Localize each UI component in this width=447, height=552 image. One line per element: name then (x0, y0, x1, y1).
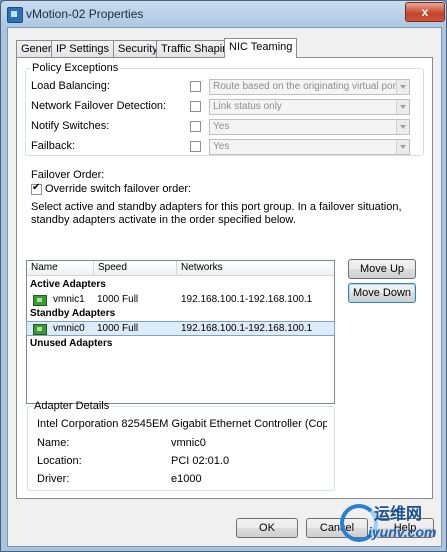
detail-location-value: PCI 02:01.0 (171, 455, 230, 467)
adapter-list-header: Name Speed Networks (27, 261, 334, 276)
site-watermark: 运维网 iyunv.com (338, 498, 444, 550)
failback-label: Failback: (31, 140, 76, 152)
failover-detection-label: Network Failover Detection: (31, 100, 167, 112)
watermark-cn: 运维网 (374, 504, 423, 523)
detail-driver-value: e1000 (171, 473, 202, 485)
app-icon (7, 7, 23, 23)
column-header-name[interactable]: Name (27, 261, 94, 275)
notify-switches-select[interactable]: Yes (209, 119, 410, 135)
ok-button[interactable]: OK (236, 518, 298, 538)
override-failover-checkbox[interactable] (31, 182, 42, 195)
load-balancing-select[interactable]: Route based on the originating virtual p… (209, 79, 410, 95)
tab-ip-settings[interactable]: IP Settings (51, 40, 114, 57)
failback-value: Yes (213, 141, 230, 152)
failover-detection-checkbox[interactable] (190, 101, 201, 112)
failover-description: Select active and standby adapters for t… (31, 201, 402, 226)
column-header-networks[interactable]: Networks (177, 261, 335, 275)
adapter-list[interactable]: Name Speed Networks Active Adapters vmni… (26, 260, 335, 404)
watermark-en: iyunv.com (368, 524, 437, 540)
failover-detection-select[interactable]: Link status only (209, 99, 410, 115)
move-up-button[interactable]: Move Up (348, 259, 416, 279)
load-balancing-value: Route based on the originating virtual p… (213, 81, 410, 92)
adapter-networks: 192.168.100.1-192.168.100.1 (181, 323, 313, 334)
adapter-row-vmnic1[interactable]: vmnic1 1000 Full 192.168.100.1-192.168.1… (27, 293, 334, 306)
policy-exceptions-legend: Policy Exceptions (32, 62, 119, 74)
chevron-down-icon (396, 140, 409, 154)
adapter-name: vmnic1 (53, 294, 85, 305)
failback-checkbox[interactable] (190, 141, 201, 152)
dialog-client: General IP Settings Security Traffic Sha… (7, 27, 442, 547)
notify-switches-checkbox[interactable] (190, 121, 201, 132)
adapter-speed: 1000 Full (97, 294, 139, 305)
adapter-controller: Intel Corporation 82545EM Gigabit Ethern… (37, 418, 327, 430)
title-bar[interactable]: vMotion-02 Properties x (1, 1, 446, 27)
notify-switches-label: Notify Switches: (31, 120, 110, 132)
nic-icon (33, 324, 47, 335)
failback-select[interactable]: Yes (209, 139, 410, 155)
override-failover-label: Override switch failover order: (45, 183, 192, 195)
tab-nic-teaming[interactable]: NIC Teaming (224, 38, 298, 58)
load-balancing-checkbox[interactable] (190, 81, 201, 92)
chevron-down-icon (396, 100, 409, 114)
active-adapters-group: Active Adapters (30, 279, 106, 290)
failover-order-title: Failover Order: (31, 169, 105, 181)
standby-adapters-group: Standby Adapters (30, 308, 116, 319)
notify-switches-value: Yes (213, 121, 230, 132)
nic-teaming-panel: Policy Exceptions Load Balancing: Route … (16, 57, 433, 499)
failover-detection-value: Link status only (213, 101, 282, 112)
properties-window: vMotion-02 Properties x General IP Setti… (0, 0, 447, 552)
detail-driver-label: Driver: (37, 473, 70, 485)
move-down-button[interactable]: Move Down (348, 283, 416, 303)
adapter-row-vmnic0[interactable]: vmnic0 1000 Full 192.168.100.1-192.168.1… (26, 321, 335, 336)
window-title: vMotion-02 Properties (26, 7, 144, 21)
detail-location-label: Location: (37, 455, 82, 467)
load-balancing-label: Load Balancing: (31, 80, 110, 92)
detail-name-value: vmnic0 (171, 437, 206, 449)
adapter-speed: 1000 Full (97, 323, 139, 334)
column-header-speed[interactable]: Speed (94, 261, 177, 275)
adapter-name: vmnic0 (53, 323, 85, 334)
close-button[interactable]: x (405, 2, 445, 22)
chevron-down-icon (396, 80, 409, 94)
nic-icon (33, 295, 47, 306)
unused-adapters-group: Unused Adapters (30, 338, 113, 349)
detail-name-label: Name: (37, 437, 70, 449)
adapter-details-legend: Adapter Details (34, 400, 110, 412)
chevron-down-icon (396, 120, 409, 134)
adapter-networks: 192.168.100.1-192.168.100.1 (181, 294, 313, 305)
